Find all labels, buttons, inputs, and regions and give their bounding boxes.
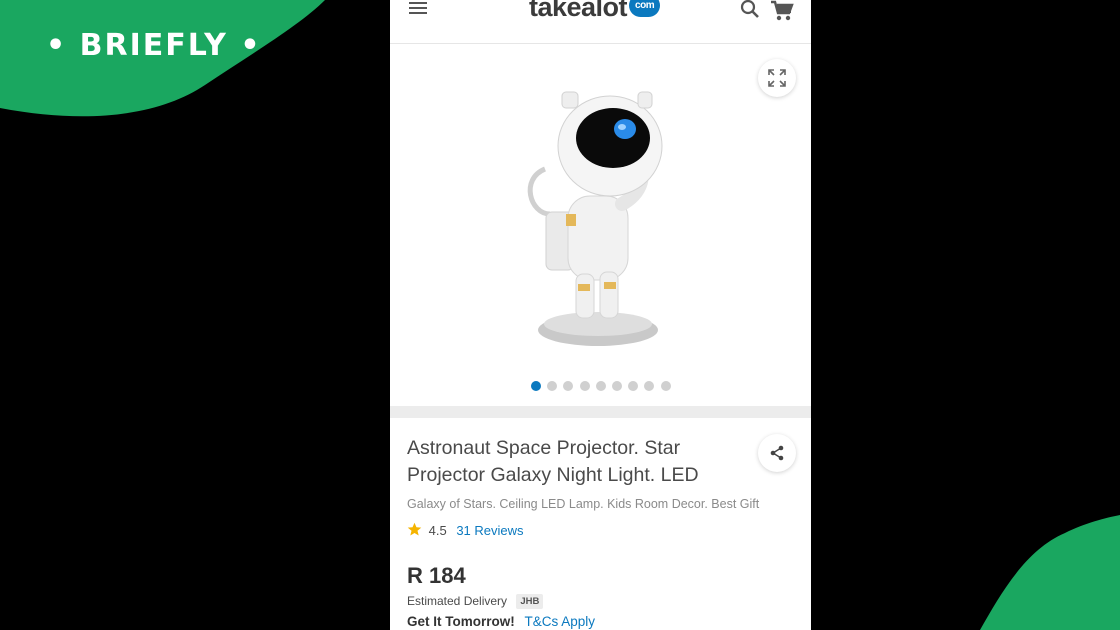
delivery-region-badge: JHB — [516, 594, 544, 609]
search-icon[interactable] — [740, 0, 760, 20]
product-title: Astronaut Space Projector. Star Projecto… — [407, 437, 699, 486]
cart-icon[interactable] — [770, 0, 794, 22]
product-gallery — [390, 44, 811, 406]
product-price: R 184 — [407, 563, 466, 588]
gallery-dot[interactable] — [547, 381, 558, 391]
section-divider — [390, 406, 811, 418]
takealot-logo[interactable]: takealot com — [529, 0, 661, 23]
top-bar: takealot com — [390, 0, 811, 44]
gallery-pagination — [531, 381, 677, 393]
rating-value: 4.5 — [428, 523, 447, 538]
gallery-dot[interactable] — [660, 381, 671, 391]
share-button[interactable] — [758, 434, 796, 472]
delivery-row: Estimated Delivery JHB — [407, 594, 544, 609]
terms-link[interactable]: T&Cs Apply — [525, 614, 596, 629]
gallery-dot[interactable] — [644, 381, 655, 391]
star-icon — [407, 522, 422, 536]
gallery-dot[interactable] — [579, 381, 590, 391]
corner-blob — [980, 515, 1120, 630]
delivery-promise: Get It Tomorrow! — [407, 614, 515, 629]
gallery-dot[interactable] — [611, 381, 622, 391]
reviews-link[interactable]: 31 Reviews — [456, 523, 523, 538]
expand-icon — [768, 69, 786, 87]
astronaut-projector-image[interactable] — [510, 84, 690, 354]
delivery-label: Estimated Delivery — [407, 594, 508, 608]
delivery-promise-row: Get It Tomorrow! T&Cs Apply — [407, 614, 595, 629]
logo-com-badge: com — [629, 0, 661, 18]
hamburger-menu-icon[interactable] — [409, 1, 429, 17]
gallery-dot[interactable] — [563, 381, 574, 391]
product-subtitle: Galaxy of Stars. Ceiling LED Lamp. Kids … — [407, 497, 760, 511]
gallery-dot[interactable] — [628, 381, 639, 391]
product-info: Astronaut Space Projector. Star Projecto… — [390, 418, 811, 630]
briefly-logo: • BRIEFLY • — [46, 28, 262, 63]
gallery-dot[interactable] — [531, 381, 541, 391]
rating-row: 4.5 31 Reviews — [407, 522, 524, 538]
phone-screen: takealot com Astronaut Space Projector. … — [390, 0, 811, 630]
expand-button[interactable] — [758, 59, 796, 97]
share-icon — [770, 445, 784, 461]
gallery-dot[interactable] — [595, 381, 606, 391]
